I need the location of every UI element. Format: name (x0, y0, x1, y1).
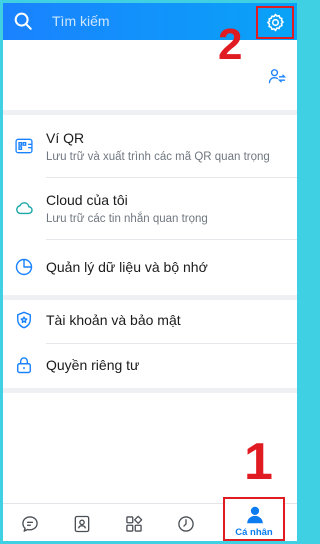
menu-item-title: Quyền riêng tư (46, 357, 140, 373)
step-annotation-1: 1 (244, 433, 273, 491)
tab-label: Cá nhân (235, 527, 273, 538)
menu-item-title: Cloud của tôi (46, 192, 128, 208)
tab-discover[interactable] (109, 504, 161, 541)
top-search-bar: Tìm kiếm (3, 3, 297, 40)
gear-icon[interactable] (265, 12, 286, 33)
profile-section (3, 40, 297, 110)
step-annotation-2: 2 (218, 20, 243, 69)
menu-item-privacy[interactable]: Quyền riêng tư (3, 344, 297, 388)
tab-messages[interactable] (5, 504, 57, 541)
discover-icon[interactable] (124, 514, 144, 534)
account-card: Tài khoản và bảo mật Quyền riêng tư (3, 300, 297, 388)
utilities-card: Ví QR Lưu trữ và xuất trình các mã QR qu… (3, 115, 297, 295)
menu-item-storage[interactable]: Quản lý dữ liệu và bộ nhớ (3, 240, 297, 295)
person-icon[interactable] (244, 504, 266, 526)
tab-contacts[interactable] (57, 504, 109, 541)
chat-icon[interactable] (20, 514, 40, 534)
qr-wallet-icon (15, 138, 33, 154)
menu-item-subtitle: Lưu trữ các tin nhắn quan trọng (46, 213, 208, 225)
menu-item-title: Quản lý dữ liệu và bộ nhớ (46, 259, 208, 275)
shield-icon (17, 311, 31, 329)
menu-item-cloud[interactable]: Cloud của tôi Lưu trữ các tin nhắn quan … (3, 178, 297, 238)
tab-timeline[interactable] (161, 504, 213, 541)
search-input[interactable]: Tìm kiếm (52, 13, 110, 29)
cloud-icon (16, 202, 33, 215)
menu-item-account-security[interactable]: Tài khoản và bảo mật (3, 300, 297, 343)
menu-item-qr-wallet[interactable]: Ví QR Lưu trữ và xuất trình các mã QR qu… (3, 115, 297, 177)
settings-button[interactable] (256, 6, 294, 39)
lock-icon (17, 357, 31, 374)
account-switch-icon[interactable] (267, 66, 287, 86)
contacts-icon[interactable] (72, 514, 92, 534)
tab-profile[interactable]: Cá nhân (223, 497, 285, 541)
menu-item-title: Ví QR (46, 130, 85, 146)
timeline-icon[interactable] (176, 514, 196, 534)
search-icon[interactable] (12, 10, 34, 32)
menu-item-subtitle: Lưu trữ và xuất trình các mã QR quan trọ… (46, 151, 270, 163)
menu-item-title: Tài khoản và bảo mật (46, 312, 181, 328)
pie-chart-icon (15, 258, 33, 276)
